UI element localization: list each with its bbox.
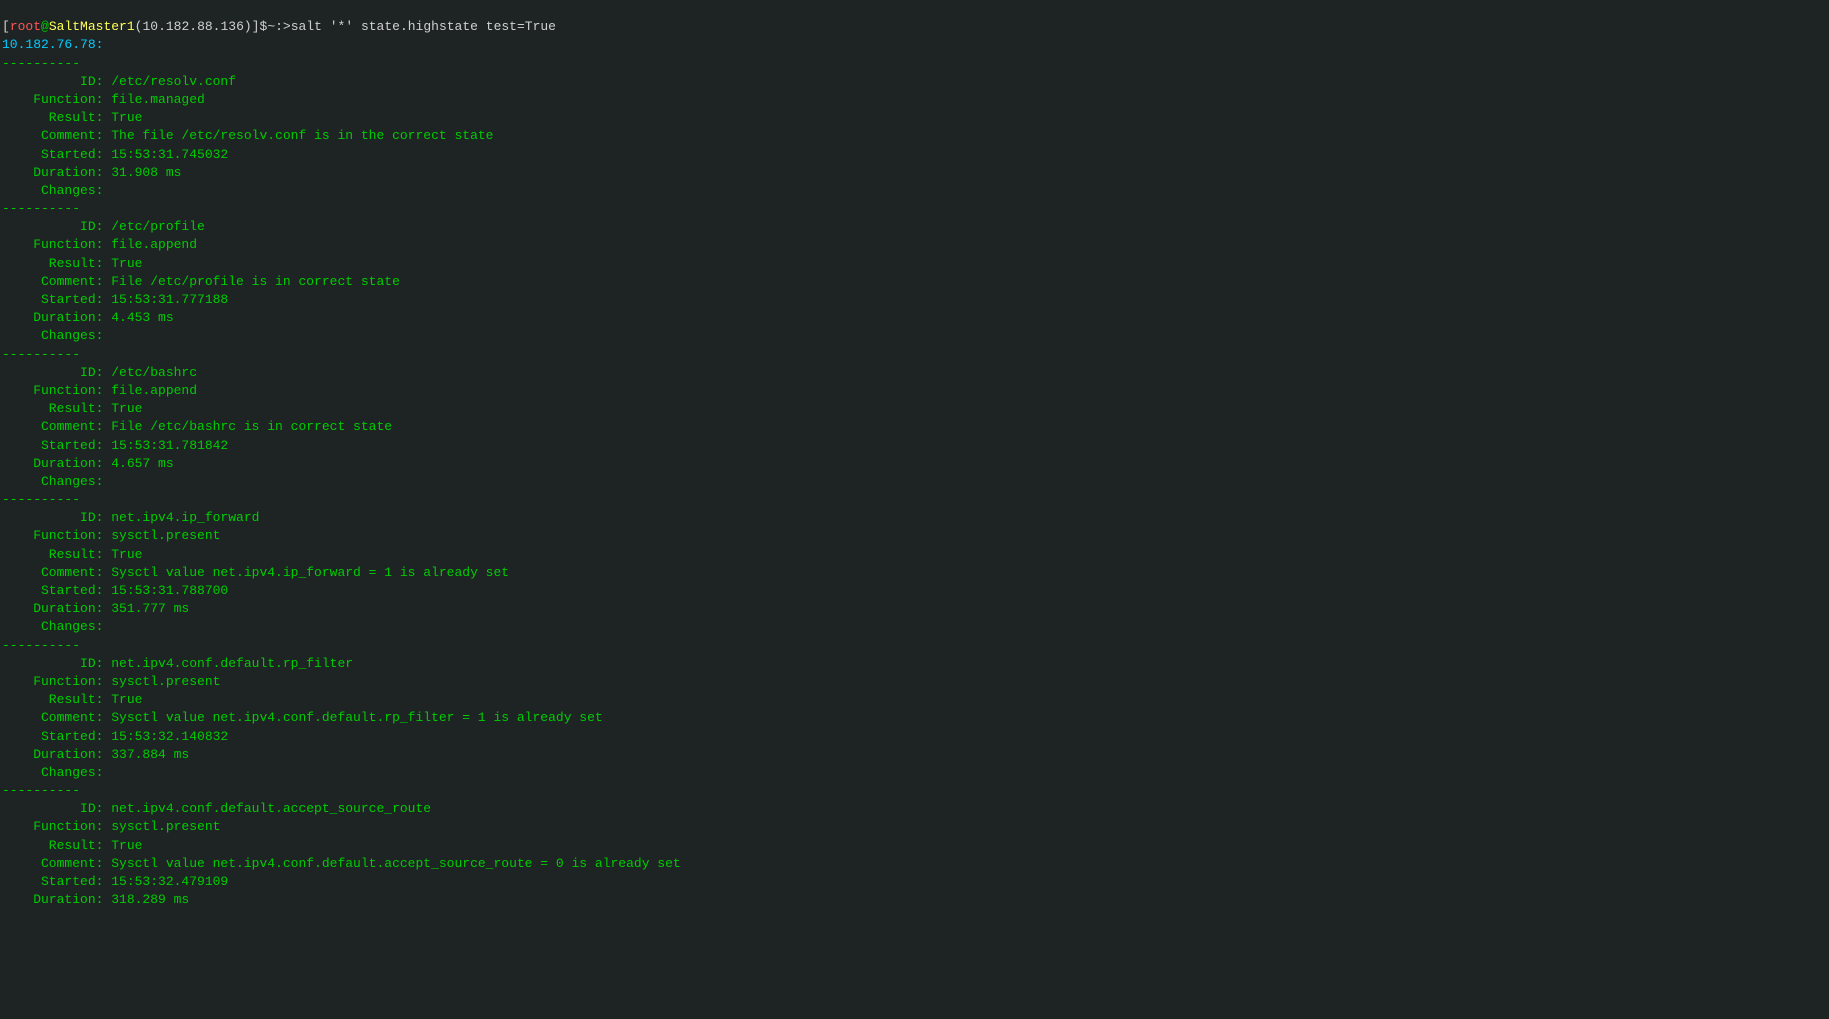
state-label: Comment: File /etc/bashrc is in correct … — [2, 419, 392, 434]
state-label: Started: 15:53:31.788700 — [2, 583, 228, 598]
state-label: Function: file.append — [2, 383, 197, 398]
state-label: Comment: Sysctl value net.ipv4.ip_forwar… — [2, 565, 509, 580]
state-label: Duration: 4.657 ms — [2, 456, 174, 471]
separator: ---------- — [2, 492, 80, 507]
separator: ---------- — [2, 201, 80, 216]
state-label: ID: /etc/bashrc — [2, 365, 197, 380]
state-label: Duration: 31.908 ms — [2, 165, 181, 180]
state-label: ID: /etc/profile — [2, 219, 205, 234]
command-text: salt '*' state.highstate test=True — [291, 19, 556, 34]
state-label: Changes: — [2, 183, 103, 198]
state-label: Function: file.append — [2, 237, 197, 252]
state-label: Changes: — [2, 765, 103, 780]
bracket-close: ] — [252, 19, 260, 34]
state-label: Duration: 318.289 ms — [2, 892, 189, 907]
state-label: Function: sysctl.present — [2, 819, 220, 834]
state-label: Result: True — [2, 401, 142, 416]
prompt-user: root — [10, 19, 41, 34]
state-label: ID: net.ipv4.conf.default.accept_source_… — [2, 801, 431, 816]
state-label: Comment: Sysctl value net.ipv4.conf.defa… — [2, 856, 681, 871]
state-label: Started: 15:53:31.745032 — [2, 147, 228, 162]
terminal-output: [root@SaltMaster1(10.182.88.136)]$~:>sal… — [0, 18, 1829, 909]
shell-prompt[interactable]: [root@SaltMaster1(10.182.88.136)]$~:>sal… — [2, 19, 556, 34]
state-label: Result: True — [2, 692, 142, 707]
prompt-at: @ — [41, 19, 49, 34]
state-label: Comment: Sysctl value net.ipv4.conf.defa… — [2, 710, 603, 725]
state-label: Duration: 337.884 ms — [2, 747, 189, 762]
state-label: Changes: — [2, 474, 103, 489]
separator: ---------- — [2, 56, 80, 71]
state-label: Changes: — [2, 328, 103, 343]
separator: ---------- — [2, 783, 80, 798]
state-label: Started: 15:53:32.479109 — [2, 874, 228, 889]
state-label: Duration: 4.453 ms — [2, 310, 174, 325]
state-label: Function: sysctl.present — [2, 674, 220, 689]
state-label: Result: True — [2, 110, 142, 125]
separator: ---------- — [2, 638, 80, 653]
state-label: Comment: The file /etc/resolv.conf is in… — [2, 128, 493, 143]
state-label: Result: True — [2, 547, 142, 562]
state-label: Result: True — [2, 838, 142, 853]
separator: ---------- — [2, 347, 80, 362]
minion-id: 10.182.76.78: — [2, 37, 103, 52]
state-label: Duration: 351.777 ms — [2, 601, 189, 616]
bracket-open: [ — [2, 19, 10, 34]
state-label: Function: sysctl.present — [2, 528, 220, 543]
state-label: Started: 15:53:31.777188 — [2, 292, 228, 307]
prompt-ip: (10.182.88.136) — [135, 19, 252, 34]
state-label: Changes: — [2, 619, 103, 634]
state-label: Started: 15:53:31.781842 — [2, 438, 228, 453]
prompt-host: SaltMaster1 — [49, 19, 135, 34]
state-label: Started: 15:53:32.140832 — [2, 729, 228, 744]
state-label: ID: /etc/resolv.conf — [2, 74, 236, 89]
state-label: Function: file.managed — [2, 92, 205, 107]
prompt-tail: $~:> — [260, 19, 291, 34]
state-label: Comment: File /etc/profile is in correct… — [2, 274, 400, 289]
state-label: Result: True — [2, 256, 142, 271]
state-label: ID: net.ipv4.ip_forward — [2, 510, 259, 525]
state-label: ID: net.ipv4.conf.default.rp_filter — [2, 656, 353, 671]
